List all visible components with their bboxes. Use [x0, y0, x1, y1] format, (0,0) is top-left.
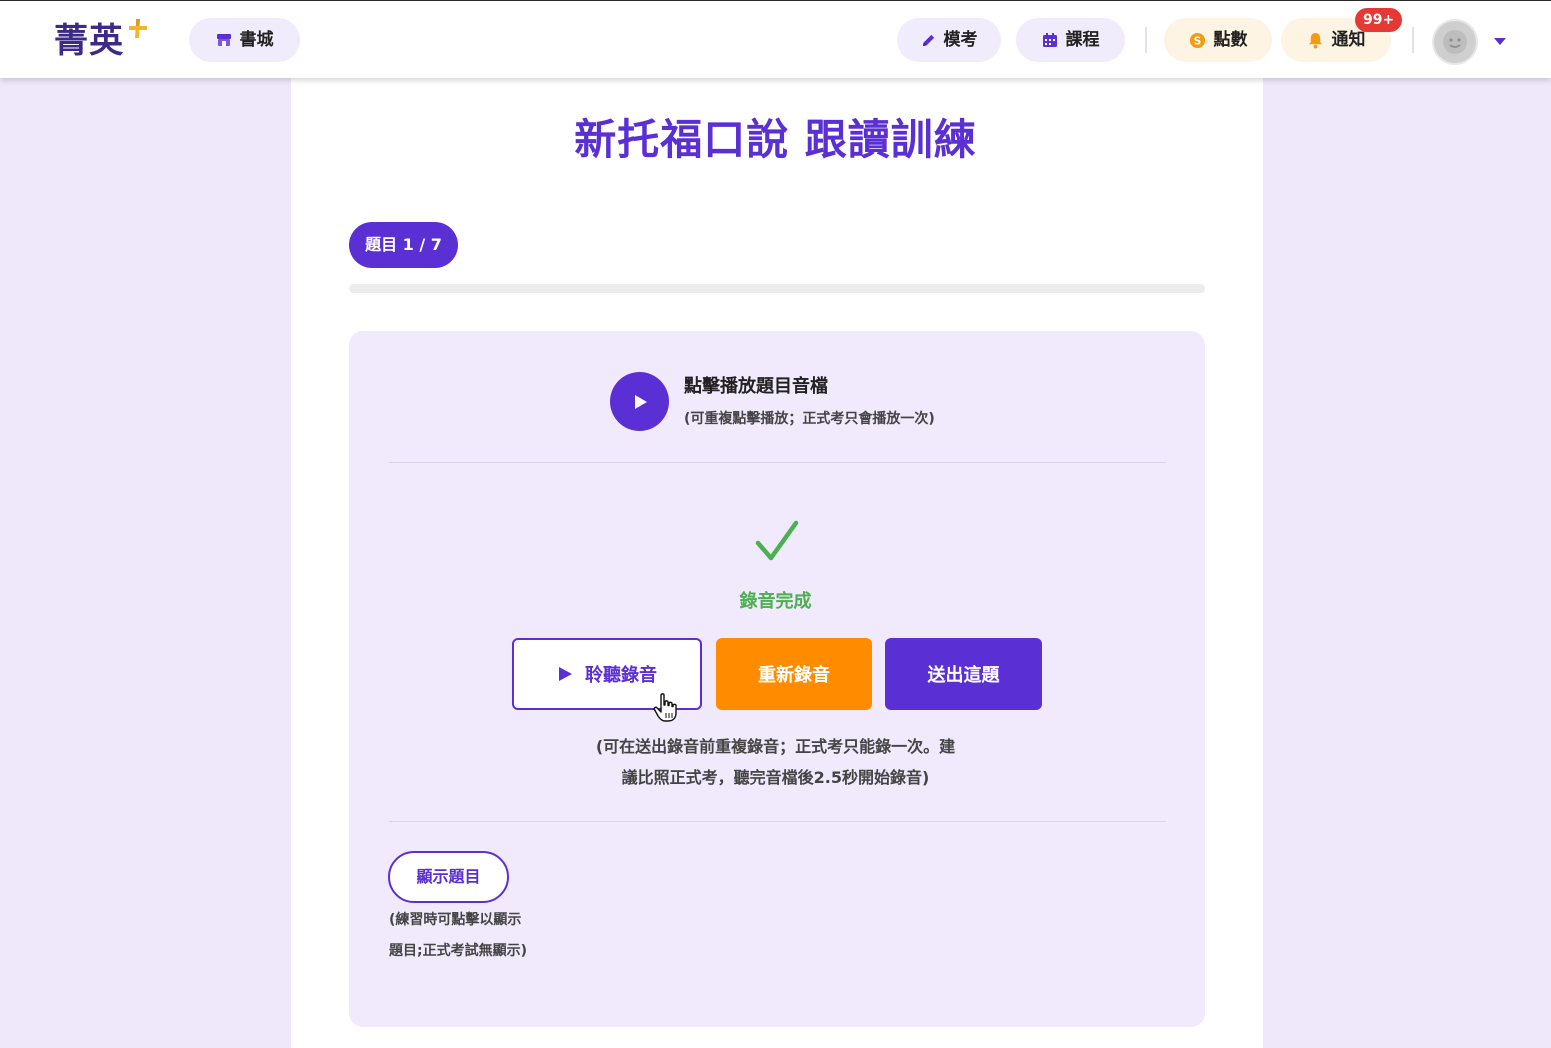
logo-text: 菁英 — [54, 21, 124, 61]
audio-hint: (可重複點擊播放；正式考只會播放一次) — [684, 411, 935, 427]
play-icon — [559, 667, 572, 681]
points-button[interactable]: S 點數 — [1164, 18, 1272, 62]
avatar[interactable] — [1432, 19, 1478, 65]
progress-bar — [349, 284, 1205, 293]
avatar-icon — [1443, 30, 1467, 54]
pencil-icon — [922, 34, 934, 46]
logo-plus-icon — [129, 19, 147, 38]
notify-count-badge: 99+ — [1355, 8, 1403, 32]
svg-text:S: S — [1193, 35, 1200, 47]
coin-icon: S — [1189, 32, 1205, 48]
play-icon — [634, 394, 647, 409]
nav-divider — [1412, 27, 1414, 53]
section-divider — [389, 462, 1166, 463]
show-question-hint-line-2: 題目;正式考試無顯示) — [389, 943, 527, 959]
section-divider — [389, 821, 1166, 822]
show-question-hint-line-1: (練習時可點擊以顯示 — [389, 912, 522, 928]
show-question-button[interactable]: 顯示題目 — [388, 851, 509, 903]
nav-divider — [1145, 27, 1147, 53]
record-hint-line-2: 議比照正式考，聽完音檔後2.5秒開始錄音) — [621, 768, 930, 787]
exam-label: 模考 — [943, 30, 978, 50]
question-counter-badge: 題目 1 / 7 — [349, 222, 458, 268]
points-label: 點數 — [1213, 30, 1248, 50]
course-button[interactable]: 課程 — [1016, 18, 1125, 62]
store-button[interactable]: 書城 — [189, 18, 300, 62]
top-navbar: 菁英 書城 模考 課程 S 點數 通知 99+ — [0, 0, 1551, 78]
pointer-cursor-icon — [653, 693, 677, 722]
audio-title: 點擊播放題目音檔 — [684, 376, 828, 397]
submit-question-button[interactable]: 送出這題 — [885, 638, 1042, 710]
page-title: 新托福口說 跟讀訓練 — [574, 115, 977, 164]
exam-button[interactable]: 模考 — [897, 18, 1001, 62]
submit-question-label: 送出這題 — [927, 665, 1000, 686]
listen-recording-label: 聆聽錄音 — [585, 665, 657, 686]
brand-logo[interactable]: 菁英 — [54, 19, 150, 63]
store-icon — [216, 34, 231, 46]
checkmark-icon — [755, 520, 799, 561]
course-label: 課程 — [1065, 30, 1100, 50]
recording-status: 錄音完成 — [739, 591, 812, 612]
calendar-icon — [1042, 33, 1057, 47]
store-label: 書城 — [239, 30, 274, 50]
rerecord-label: 重新錄音 — [758, 665, 830, 686]
play-audio-button[interactable] — [610, 372, 669, 431]
rerecord-button[interactable]: 重新錄音 — [716, 638, 872, 710]
bell-icon — [1308, 32, 1322, 49]
record-hint-line-1: (可在送出錄音前重複錄音；正式考只能錄一次。建 — [595, 737, 956, 756]
caret-down-icon[interactable] — [1493, 36, 1507, 46]
